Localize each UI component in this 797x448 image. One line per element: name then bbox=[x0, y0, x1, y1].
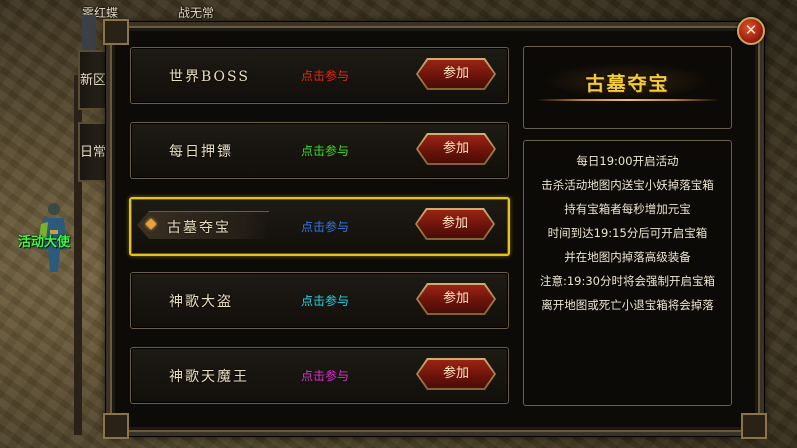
activity-row-daily-escort[interactable]: 每日押镖 点击参与 参加 bbox=[130, 122, 509, 179]
activity-row-world-boss[interactable]: 世界BOSS 点击参与 参加 bbox=[130, 47, 509, 104]
description-line: 每日19:00开启活动 bbox=[576, 154, 679, 168]
join-button[interactable]: 参加 bbox=[418, 360, 494, 388]
tab-daily-label: 日常 bbox=[80, 144, 107, 160]
description-line: 持有宝箱者每秒增加元宝 bbox=[564, 202, 691, 216]
join-link[interactable]: 点击参与 bbox=[301, 348, 349, 403]
panel-corner-ornament bbox=[103, 413, 129, 439]
activity-row-tomb-treasure[interactable]: 古墓夺宝 点击参与 参加 bbox=[129, 197, 510, 256]
description-line: 离开地图或死亡小退宝箱将会掉落 bbox=[541, 298, 714, 312]
join-button[interactable]: 参加 bbox=[417, 210, 493, 238]
close-icon: ✕ bbox=[744, 21, 758, 39]
npc-name-label: 战无常 bbox=[178, 6, 215, 20]
panel-corner-ornament bbox=[741, 413, 767, 439]
join-link[interactable]: 点击参与 bbox=[301, 199, 349, 254]
join-link[interactable]: 点击参与 bbox=[301, 48, 349, 103]
tab-new-server-label: 新区 bbox=[80, 72, 107, 88]
activity-title: 古墓夺宝 bbox=[585, 73, 670, 95]
activity-row-divine-thief[interactable]: 神歌大盗 点击参与 参加 bbox=[130, 272, 509, 329]
title-underline bbox=[536, 99, 719, 101]
join-link-text: 点击参与 bbox=[301, 144, 350, 158]
activity-name: 神歌大盗 bbox=[169, 293, 233, 310]
panel-corner-ornament bbox=[103, 19, 129, 45]
activity-name: 每日押镖 bbox=[169, 143, 233, 160]
join-link[interactable]: 点击参与 bbox=[301, 123, 349, 178]
join-button[interactable]: 参加 bbox=[418, 60, 494, 88]
join-button[interactable]: 参加 bbox=[418, 285, 494, 313]
join-button[interactable]: 参加 bbox=[418, 135, 494, 163]
activity-description-box: 每日19:00开启活动 击杀活动地图内送宝小妖掉落宝箱 持有宝箱者每秒增加元宝 … bbox=[523, 140, 732, 406]
activity-name: 神歌天魔王 bbox=[169, 368, 249, 385]
close-button[interactable]: ✕ bbox=[737, 17, 765, 45]
tab-daily[interactable]: 日常 bbox=[78, 122, 106, 182]
join-link-text: 点击参与 bbox=[301, 220, 350, 234]
join-link[interactable]: 点击参与 bbox=[301, 273, 349, 328]
tab-new-server[interactable]: 新区 bbox=[78, 50, 106, 110]
join-link-text: 点击参与 bbox=[301, 369, 350, 383]
activity-name: 古墓夺宝 bbox=[167, 219, 231, 236]
npc-activity-envoy[interactable]: 活动大使 bbox=[18, 231, 70, 250]
activity-row-demon-king[interactable]: 神歌天魔王 点击参与 参加 bbox=[130, 347, 509, 404]
activity-name: 世界BOSS bbox=[169, 68, 250, 85]
description-line: 时间到达19:15分后可开启宝箱 bbox=[547, 226, 708, 240]
description-line: 并在地图内掉落高级装备 bbox=[564, 250, 691, 264]
activity-title-box: 古墓夺宝 bbox=[523, 46, 732, 129]
description-line: 注意:19:30分时将会强制开启宝箱 bbox=[539, 274, 715, 288]
join-link-text: 点击参与 bbox=[301, 294, 350, 308]
description-line: 击杀活动地图内送宝小妖掉落宝箱 bbox=[541, 178, 714, 192]
join-link-text: 点击参与 bbox=[301, 69, 350, 83]
